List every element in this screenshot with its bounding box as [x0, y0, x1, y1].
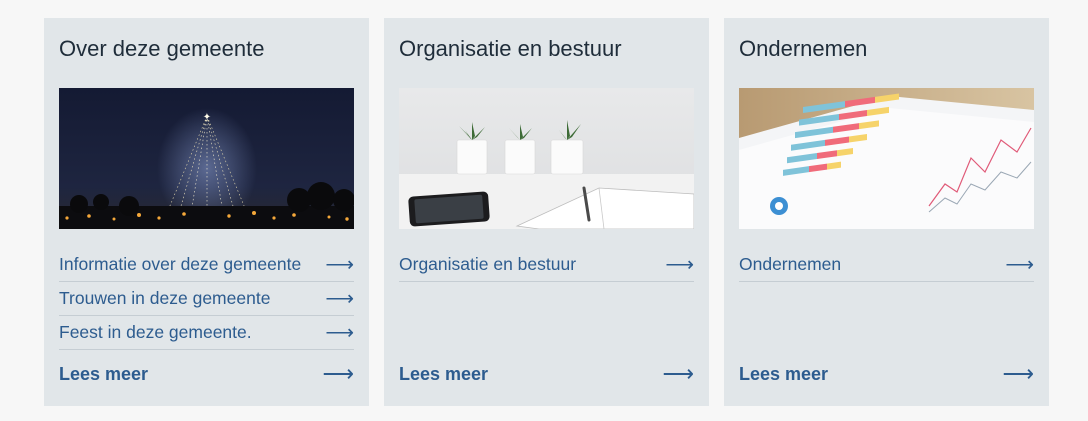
- lees-meer-label: Lees meer: [739, 363, 829, 384]
- lees-meer-link[interactable]: Lees meer ⟶: [399, 358, 694, 390]
- card-image-desk-plants[interactable]: [399, 88, 694, 229]
- card-ondernemen: Ondernemen Ondernemen ⟶ Lees meer ⟶: [724, 18, 1049, 406]
- card-title: Ondernemen: [739, 36, 868, 61]
- card-organisatie-en-bestuur: Organisatie en bestuur Organisatie en be…: [384, 18, 709, 406]
- arrow-right-icon: ⟶: [665, 253, 694, 276]
- svg-text:✦: ✦: [203, 112, 211, 123]
- arrow-right-icon: ⟶: [325, 253, 354, 276]
- link-informatie-over-deze-gemeente[interactable]: Informatie over deze gemeente ⟶: [59, 248, 354, 282]
- card-link-list: Informatie over deze gemeente ⟶ Trouwen …: [59, 248, 354, 350]
- arrow-right-icon: ⟶: [1002, 361, 1034, 386]
- link-label: Feest in deze gemeente.: [59, 322, 252, 342]
- lees-meer-label: Lees meer: [399, 363, 489, 384]
- card-title: Organisatie en bestuur: [399, 36, 622, 61]
- lees-meer-label: Lees meer: [59, 363, 149, 384]
- lees-meer-link[interactable]: Lees meer ⟶: [739, 358, 1034, 390]
- card-image-printed-charts[interactable]: [739, 88, 1034, 229]
- card-over-deze-gemeente: Over deze gemeente ✦ Informatie over dez…: [44, 18, 369, 406]
- link-label: Trouwen in deze gemeente: [59, 288, 271, 308]
- link-ondernemen[interactable]: Ondernemen ⟶: [739, 248, 1034, 282]
- lees-meer-link[interactable]: Lees meer ⟶: [59, 358, 354, 390]
- card-image-christmas-tree[interactable]: ✦: [59, 88, 354, 229]
- arrow-right-icon: ⟶: [322, 361, 354, 386]
- card-title: Over deze gemeente: [59, 36, 265, 61]
- link-label: Informatie over deze gemeente: [59, 254, 302, 274]
- arrow-right-icon: ⟶: [1005, 253, 1034, 276]
- link-trouwen-in-deze-gemeente[interactable]: Trouwen in deze gemeente ⟶: [59, 282, 354, 316]
- card-link-list: Organisatie en bestuur ⟶: [399, 248, 694, 282]
- arrow-right-icon: ⟶: [662, 361, 694, 386]
- link-organisatie-en-bestuur[interactable]: Organisatie en bestuur ⟶: [399, 248, 694, 282]
- link-feest-in-deze-gemeente[interactable]: Feest in deze gemeente. ⟶: [59, 316, 354, 350]
- card-link-list: Ondernemen ⟶: [739, 248, 1034, 282]
- link-label: Organisatie en bestuur: [399, 254, 577, 274]
- link-label: Ondernemen: [739, 254, 842, 274]
- card-grid: Over deze gemeente ✦ Informatie over dez…: [44, 18, 1049, 406]
- arrow-right-icon: ⟶: [325, 287, 354, 310]
- arrow-right-icon: ⟶: [325, 321, 354, 344]
